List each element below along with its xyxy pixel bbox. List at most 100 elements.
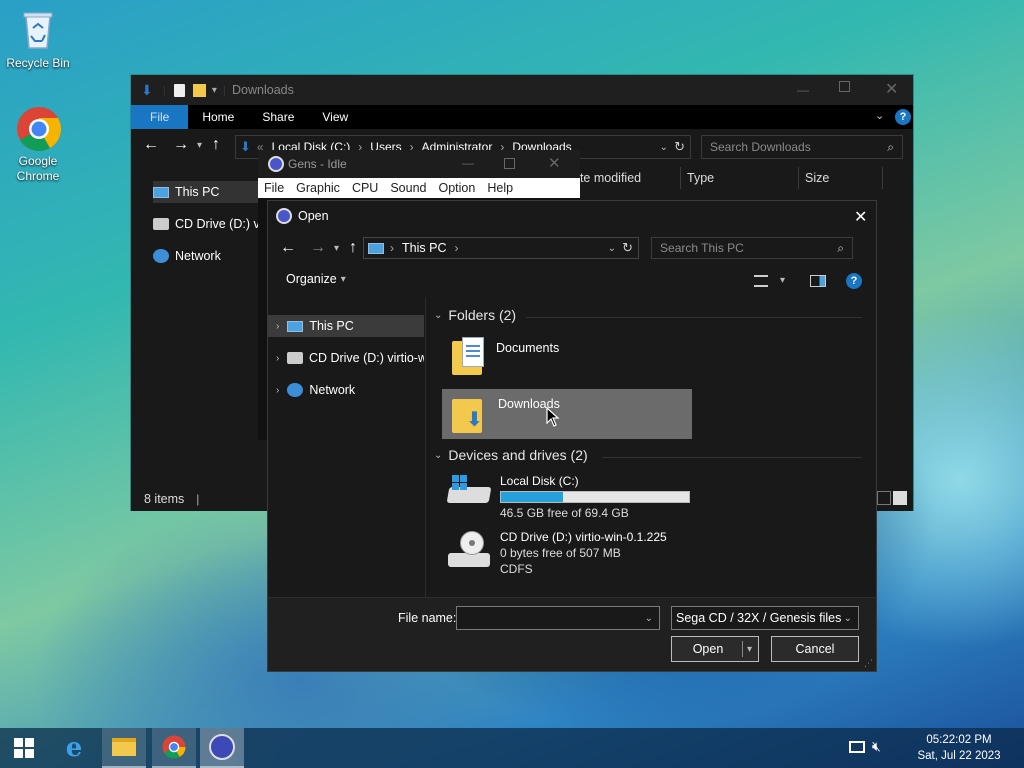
- up-arrow-icon[interactable]: ↑: [212, 136, 220, 154]
- large-icons-view-icon[interactable]: [893, 491, 907, 505]
- gens-maximize-icon[interactable]: [504, 158, 515, 169]
- tree-item-this-pc[interactable]: › This PC: [268, 315, 424, 337]
- gens-menu-graphic[interactable]: Graphic: [290, 181, 346, 195]
- gens-close-icon[interactable]: ✕: [548, 154, 561, 172]
- up-arrow-icon[interactable]: ↑: [349, 239, 357, 257]
- recent-locations-chevron-icon[interactable]: ▾: [334, 243, 339, 254]
- gens-menu-sound[interactable]: Sound: [384, 181, 432, 195]
- refresh-icon[interactable]: ↻: [674, 139, 685, 155]
- ribbon-tab-share[interactable]: Share: [248, 105, 308, 129]
- recent-locations-chevron-icon[interactable]: ▾: [197, 140, 202, 151]
- computer-icon: [153, 186, 169, 198]
- column-date-modified[interactable]: ate modified: [567, 167, 681, 189]
- desktop-icon-label: Recycle Bin: [6, 56, 70, 70]
- sidebar-item-cd-drive[interactable]: CD Drive (D:) vir: [153, 213, 267, 235]
- resize-grip-icon[interactable]: ⋰: [864, 658, 873, 669]
- refresh-icon[interactable]: ↻: [622, 240, 633, 256]
- close-icon[interactable]: ✕: [885, 79, 898, 99]
- tree-item-network[interactable]: › Network: [268, 379, 424, 401]
- cancel-button[interactable]: Cancel: [771, 636, 859, 662]
- organize-button[interactable]: Organize ▾: [286, 272, 346, 286]
- new-folder-icon[interactable]: [192, 83, 206, 97]
- column-type[interactable]: Type: [681, 167, 799, 189]
- view-options-chevron-icon[interactable]: ▾: [780, 275, 785, 286]
- back-arrow-icon[interactable]: ←: [143, 136, 159, 154]
- taskbar-chrome[interactable]: [152, 728, 196, 768]
- volume-muted-tray-icon[interactable]: 🔇︎: [872, 738, 881, 755]
- sidebar-item-this-pc[interactable]: This PC: [153, 181, 269, 203]
- address-dropdown-chevron-icon[interactable]: ⌄: [608, 243, 616, 254]
- gens-menu-help[interactable]: Help: [481, 181, 519, 195]
- tree-expand-icon[interactable]: ›: [276, 321, 279, 332]
- change-view-icon[interactable]: [754, 275, 768, 287]
- group-collapse-chevron-icon[interactable]: ⌄: [434, 450, 442, 461]
- sidebar-item-network[interactable]: Network: [153, 245, 221, 267]
- gens-menu-cpu[interactable]: CPU: [346, 181, 384, 195]
- open-dialog-close-icon[interactable]: ✕: [854, 207, 867, 227]
- preview-pane-icon[interactable]: [810, 275, 826, 287]
- details-view-icon[interactable]: [877, 491, 891, 505]
- ribbon-tab-view[interactable]: View: [308, 105, 362, 129]
- drive-item-cd-drive[interactable]: CD Drive (D:) virtio-win-0.1.225 0 bytes…: [448, 529, 667, 577]
- network-tray-icon[interactable]: [849, 741, 865, 753]
- open-dialog-search-input[interactable]: Search This PC ⌕: [651, 237, 854, 259]
- address-dropdown-chevron-icon[interactable]: ⌄: [660, 142, 668, 153]
- ribbon-tab-home[interactable]: Home: [188, 105, 248, 129]
- gens-minimize-icon[interactable]: —: [462, 156, 474, 170]
- column-size[interactable]: Size: [799, 167, 883, 189]
- recycle-bin-icon: [16, 8, 60, 52]
- documents-folder-icon: [452, 335, 486, 375]
- explorer-search-input[interactable]: Search Downloads ⌕: [701, 135, 903, 159]
- taskbar-gens[interactable]: [200, 728, 244, 768]
- maximize-icon[interactable]: [839, 81, 850, 92]
- back-arrow-icon[interactable]: ←: [280, 239, 296, 257]
- group-collapse-chevron-icon[interactable]: ⌄: [434, 310, 442, 321]
- desktop-icon-chrome[interactable]: Google Chrome: [0, 106, 76, 184]
- open-dialog-address-bar[interactable]: › This PC › ⌄ ↻: [363, 237, 640, 259]
- open-file-dialog[interactable]: Open ✕ ← → ▾ ↑ › This PC › ⌄ ↻ Search Th…: [267, 200, 877, 672]
- open-dialog-title-bar[interactable]: Open ✕: [268, 201, 876, 231]
- status-item-count: 8 items: [144, 492, 185, 506]
- tree-expand-icon[interactable]: ›: [276, 385, 279, 396]
- file-type-dropdown-chevron-icon[interactable]: ⌄: [844, 613, 852, 624]
- ribbon-tab-file[interactable]: File: [131, 105, 189, 129]
- help-icon[interactable]: ?: [895, 109, 911, 125]
- search-placeholder: Search This PC: [660, 241, 744, 255]
- drive-item-local-disk[interactable]: Local Disk (C:) 46.5 GB free of 69.4 GB: [446, 473, 690, 521]
- search-icon: ⌕: [887, 139, 894, 154]
- gens-menu-file[interactable]: File: [258, 181, 290, 195]
- forward-arrow-icon[interactable]: →: [173, 136, 189, 154]
- forward-arrow-icon[interactable]: →: [310, 239, 326, 257]
- folder-item-documents[interactable]: Documents: [452, 335, 559, 375]
- help-icon[interactable]: ?: [846, 273, 862, 289]
- properties-icon[interactable]: [173, 83, 185, 97]
- group-header-folders[interactable]: ⌄ Folders (2): [434, 307, 516, 323]
- gens-title-bar[interactable]: Gens - Idle — ✕: [258, 150, 580, 178]
- explorer-title-bar[interactable]: ⬇ | ▾ | Downloads — ✕: [131, 75, 913, 105]
- gens-menu-option[interactable]: Option: [433, 181, 482, 195]
- tree-item-label: CD Drive (D:) virtio-w: [308, 351, 424, 365]
- breadcrumb-item[interactable]: This PC: [402, 241, 446, 255]
- file-type-select[interactable]: Sega CD / 32X / Genesis files ⌄: [671, 606, 859, 630]
- desktop-icon-recycle-bin[interactable]: Recycle Bin: [0, 8, 76, 70]
- customize-quick-access-icon[interactable]: ▾: [212, 85, 217, 96]
- ribbon-expand-chevron-icon[interactable]: ⌄: [875, 109, 884, 122]
- internet-explorer-icon: e: [65, 733, 83, 763]
- tree-expand-icon[interactable]: ›: [276, 353, 279, 364]
- minimize-icon[interactable]: —: [797, 83, 809, 97]
- file-name-input[interactable]: ⌄: [456, 606, 660, 630]
- taskbar-internet-explorer[interactable]: e: [52, 728, 96, 768]
- open-options-chevron-icon[interactable]: ▾: [747, 644, 752, 655]
- gens-app-icon: [209, 734, 235, 760]
- taskbar-clock[interactable]: 05:22:02 PM Sat, Jul 22 2023: [904, 732, 1014, 764]
- group-header-devices[interactable]: ⌄ Devices and drives (2): [434, 447, 588, 463]
- tree-item-cd-drive[interactable]: › CD Drive (D:) virtio-w: [268, 347, 424, 369]
- file-name-dropdown-chevron-icon[interactable]: ⌄: [645, 613, 653, 624]
- file-name-label: File name:: [398, 611, 457, 625]
- taskbar-file-explorer[interactable]: [102, 728, 146, 768]
- start-button[interactable]: [2, 728, 46, 768]
- folder-item-downloads[interactable]: ⬇ Downloads: [442, 389, 692, 439]
- quick-access-down-arrow-icon[interactable]: ⬇: [141, 82, 153, 99]
- drive-name: CD Drive (D:) virtio-win-0.1.225: [500, 530, 667, 544]
- open-button[interactable]: Open ▾: [671, 636, 759, 662]
